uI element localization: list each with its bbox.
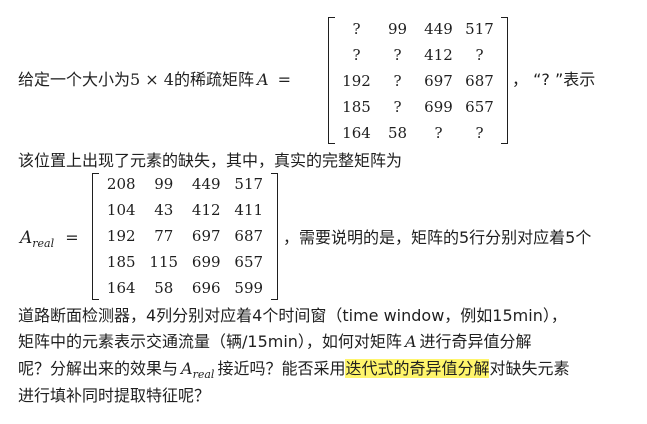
- matrix-cell: 412: [424, 46, 453, 64]
- real-matrix-row: 164 58 696 599: [100, 275, 270, 301]
- sparse-matrix-row: 185? 699 657: [336, 94, 500, 120]
- line-final: 进行填补同时提取特征呢？: [18, 386, 210, 406]
- sparse-matrix-grid: ? 99 449 517?? 412? 192? 697 687 185? 699 657 164 58…: [336, 16, 500, 146]
- real-matrix-row: 185 115 699 657: [100, 249, 270, 275]
- matrix-cell: 192: [342, 72, 371, 90]
- intro-line: 给定一个大小为5 × 4的稀疏矩阵 A =: [18, 70, 291, 90]
- left-bracket: [92, 173, 99, 300]
- matrix-cell: ?: [393, 98, 402, 116]
- matrix-cell: 697: [191, 227, 221, 245]
- matrix-cell: 449: [424, 20, 453, 38]
- line-real-intro: 该位置上出现了元素的缺失，其中，真实的完整矩阵为: [18, 151, 402, 171]
- matrix-cell: 657: [234, 253, 264, 271]
- matrix-cell: 99: [154, 175, 174, 193]
- matrix-cell: 43: [154, 201, 174, 219]
- matrix-symbol-A-inline: A: [404, 332, 417, 351]
- sparse-matrix-row: ?? 412?: [336, 42, 500, 68]
- matrix-cell: 411: [234, 201, 264, 219]
- after-real-text-content: ，需要说明的是，矩阵的5行分别对应着5个: [283, 228, 592, 247]
- matrix-cell: 697: [424, 72, 453, 90]
- matrix-cell: 599: [234, 279, 264, 297]
- matrix-cell: ?: [352, 46, 361, 64]
- equals-sign: =: [277, 70, 292, 89]
- matrix-cell: 192: [106, 227, 136, 245]
- matrix-symbol-A: A: [256, 70, 269, 89]
- matrix-cell: 164: [106, 279, 136, 297]
- line-final-text: 进行填补同时提取特征呢？: [18, 386, 211, 405]
- matrix-cell: 412: [191, 201, 221, 219]
- matrix-cell: 517: [234, 175, 264, 193]
- sparse-matrix-row: 164 58??: [336, 120, 500, 146]
- line-svd-question-b: 进行奇异值分解: [419, 332, 532, 351]
- matrix-cell: 696: [191, 279, 221, 297]
- matrix-cell: 58: [387, 124, 408, 142]
- matrix-cell: 104: [106, 201, 136, 219]
- matrix-cell: 77: [154, 227, 174, 245]
- matrix-cell: ?: [475, 124, 484, 142]
- real-matrix-row: 208 99 449 517: [100, 171, 270, 197]
- real-matrix-row: 192 77 697 687: [100, 223, 270, 249]
- matrix-cell: 58: [154, 279, 174, 297]
- matrix-cell: ?: [475, 46, 484, 64]
- matrix-cell: 657: [465, 98, 494, 116]
- matrix-cell: 699: [191, 253, 221, 271]
- a-real-equals: =: [65, 228, 79, 247]
- matrix-cell: ?: [434, 124, 443, 142]
- size-expression: 5 × 4: [130, 70, 174, 89]
- missing-note-text: ， “? ”表示: [512, 70, 596, 89]
- a-real-subscript: real: [32, 237, 55, 250]
- matrix-cell: 687: [234, 227, 264, 245]
- a-real-base: A: [20, 228, 33, 248]
- matrix-cell: 449: [191, 175, 221, 193]
- matrix-cell: 185: [342, 98, 371, 116]
- matrix-cell: 208: [106, 175, 136, 193]
- line-detectors-text: 道路断面检测器，4列分别对应着4个时间窗（time window，例如15min…: [18, 306, 567, 325]
- sparse-matrix: ? 99 449 517?? 412? 192? 697 687 185? 699 657 164 58…: [328, 17, 508, 144]
- real-matrix-grid: 208 99 449 517 104 43 412 411 192 77 697 687 185 115 6…: [100, 171, 270, 301]
- line-compare-c: 对缺失元素: [489, 359, 570, 378]
- matrix-cell: 517: [465, 20, 494, 38]
- matrix-cell: ?: [393, 72, 402, 90]
- missing-note: ， “? ”表示: [512, 70, 595, 90]
- matrix-cell: 164: [342, 124, 371, 142]
- line-svd-question: 矩阵中的元素表示交通流量（辆/15min），如何对矩阵 A 进行奇异值分解: [18, 332, 532, 352]
- sparse-matrix-row: ? 99 449 517: [336, 16, 500, 42]
- intro-prefix: 给定一个大小为: [18, 70, 131, 89]
- a-real-inline-sub: real: [192, 368, 215, 381]
- after-real-text: ，需要说明的是，矩阵的5行分别对应着5个: [283, 228, 591, 248]
- matrix-cell: 687: [465, 72, 494, 90]
- line-compare-a: 呢？分解出来的效果与: [18, 359, 179, 378]
- left-bracket: [328, 17, 335, 144]
- right-bracket: [271, 173, 278, 300]
- line-real-intro-text: 该位置上出现了元素的缺失，其中，真实的完整矩阵为: [18, 151, 403, 170]
- a-real-inline-base: A: [181, 359, 193, 378]
- real-matrix-row: 104 43 412 411: [100, 197, 270, 223]
- matrix-cell: 115: [149, 253, 179, 271]
- a-real-inline: Areal: [181, 359, 215, 381]
- a-real-label: Areal =: [20, 228, 79, 250]
- matrix-cell: 99: [387, 20, 408, 38]
- matrix-cell: ?: [393, 46, 402, 64]
- matrix-cell: 185: [106, 253, 136, 271]
- line-compare: 呢？分解出来的效果与 Areal 接近吗？能否采用迭代式的奇异值分解对缺失元素: [18, 359, 569, 381]
- highlighted-phrase: 迭代式的奇异值分解: [345, 359, 490, 378]
- line-compare-b: 接近吗？能否采用: [217, 359, 346, 378]
- line-svd-question-a: 矩阵中的元素表示交通流量（辆/15min），如何对矩阵: [18, 332, 402, 351]
- matrix-cell: ?: [352, 20, 361, 38]
- line-detectors: 道路断面检测器，4列分别对应着4个时间窗（time window，例如15min…: [18, 306, 567, 326]
- sparse-matrix-row: 192? 697 687: [336, 68, 500, 94]
- matrix-cell: 699: [424, 98, 453, 116]
- real-matrix: 208 99 449 517 104 43 412 411 192 77 697 687 185 115 6…: [92, 173, 278, 300]
- intro-mid: 的稀疏矩阵: [173, 70, 254, 89]
- right-bracket: [501, 17, 508, 144]
